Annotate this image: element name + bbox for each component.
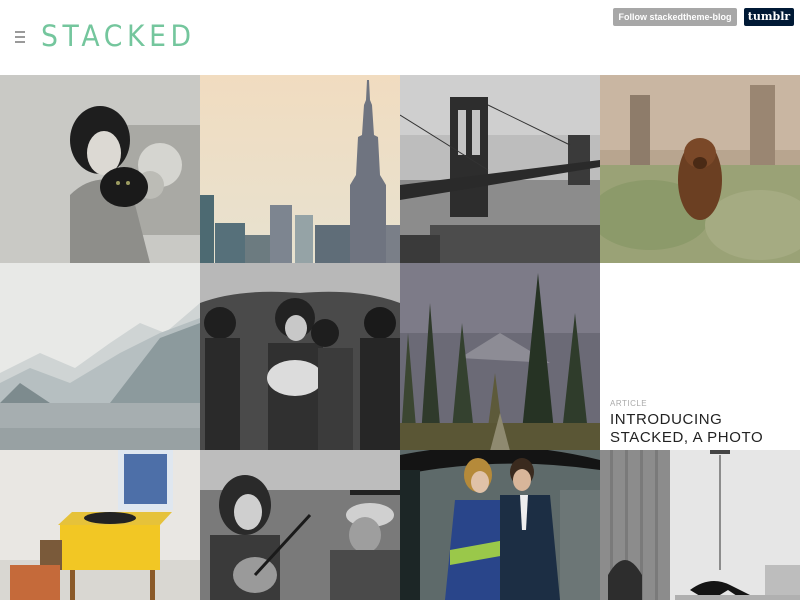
photo-band-performing[interactable] [200,263,400,451]
photo-brooklyn-bridge[interactable] [400,75,600,263]
article-label: ARTICLE [610,399,648,408]
photo-couple-umbrella[interactable] [400,450,600,600]
photo-grid: ARTICLE INTRODUCING STACKED, A PHOTO THE… [0,75,800,600]
photo-snowy-mountains-lake[interactable] [0,263,200,451]
site-logo[interactable]: STACKED [41,19,196,53]
follow-button[interactable]: Follow stackedtheme-blog [613,8,737,26]
photo-pine-forest[interactable] [400,263,600,451]
photo-empire-state-building[interactable] [200,75,400,263]
photo-city-dinosaur[interactable] [600,450,800,600]
photo-folk-musicians[interactable] [200,450,400,600]
photo-record-player[interactable] [0,450,200,600]
tumblr-button[interactable]: tumblr [744,8,794,26]
photo-woman-with-cat[interactable] [0,75,200,263]
hamburger-menu-icon[interactable] [15,31,25,44]
photo-brown-bear[interactable] [600,75,800,263]
site-header: STACKED Follow stackedtheme-blog tumblr [0,0,800,75]
